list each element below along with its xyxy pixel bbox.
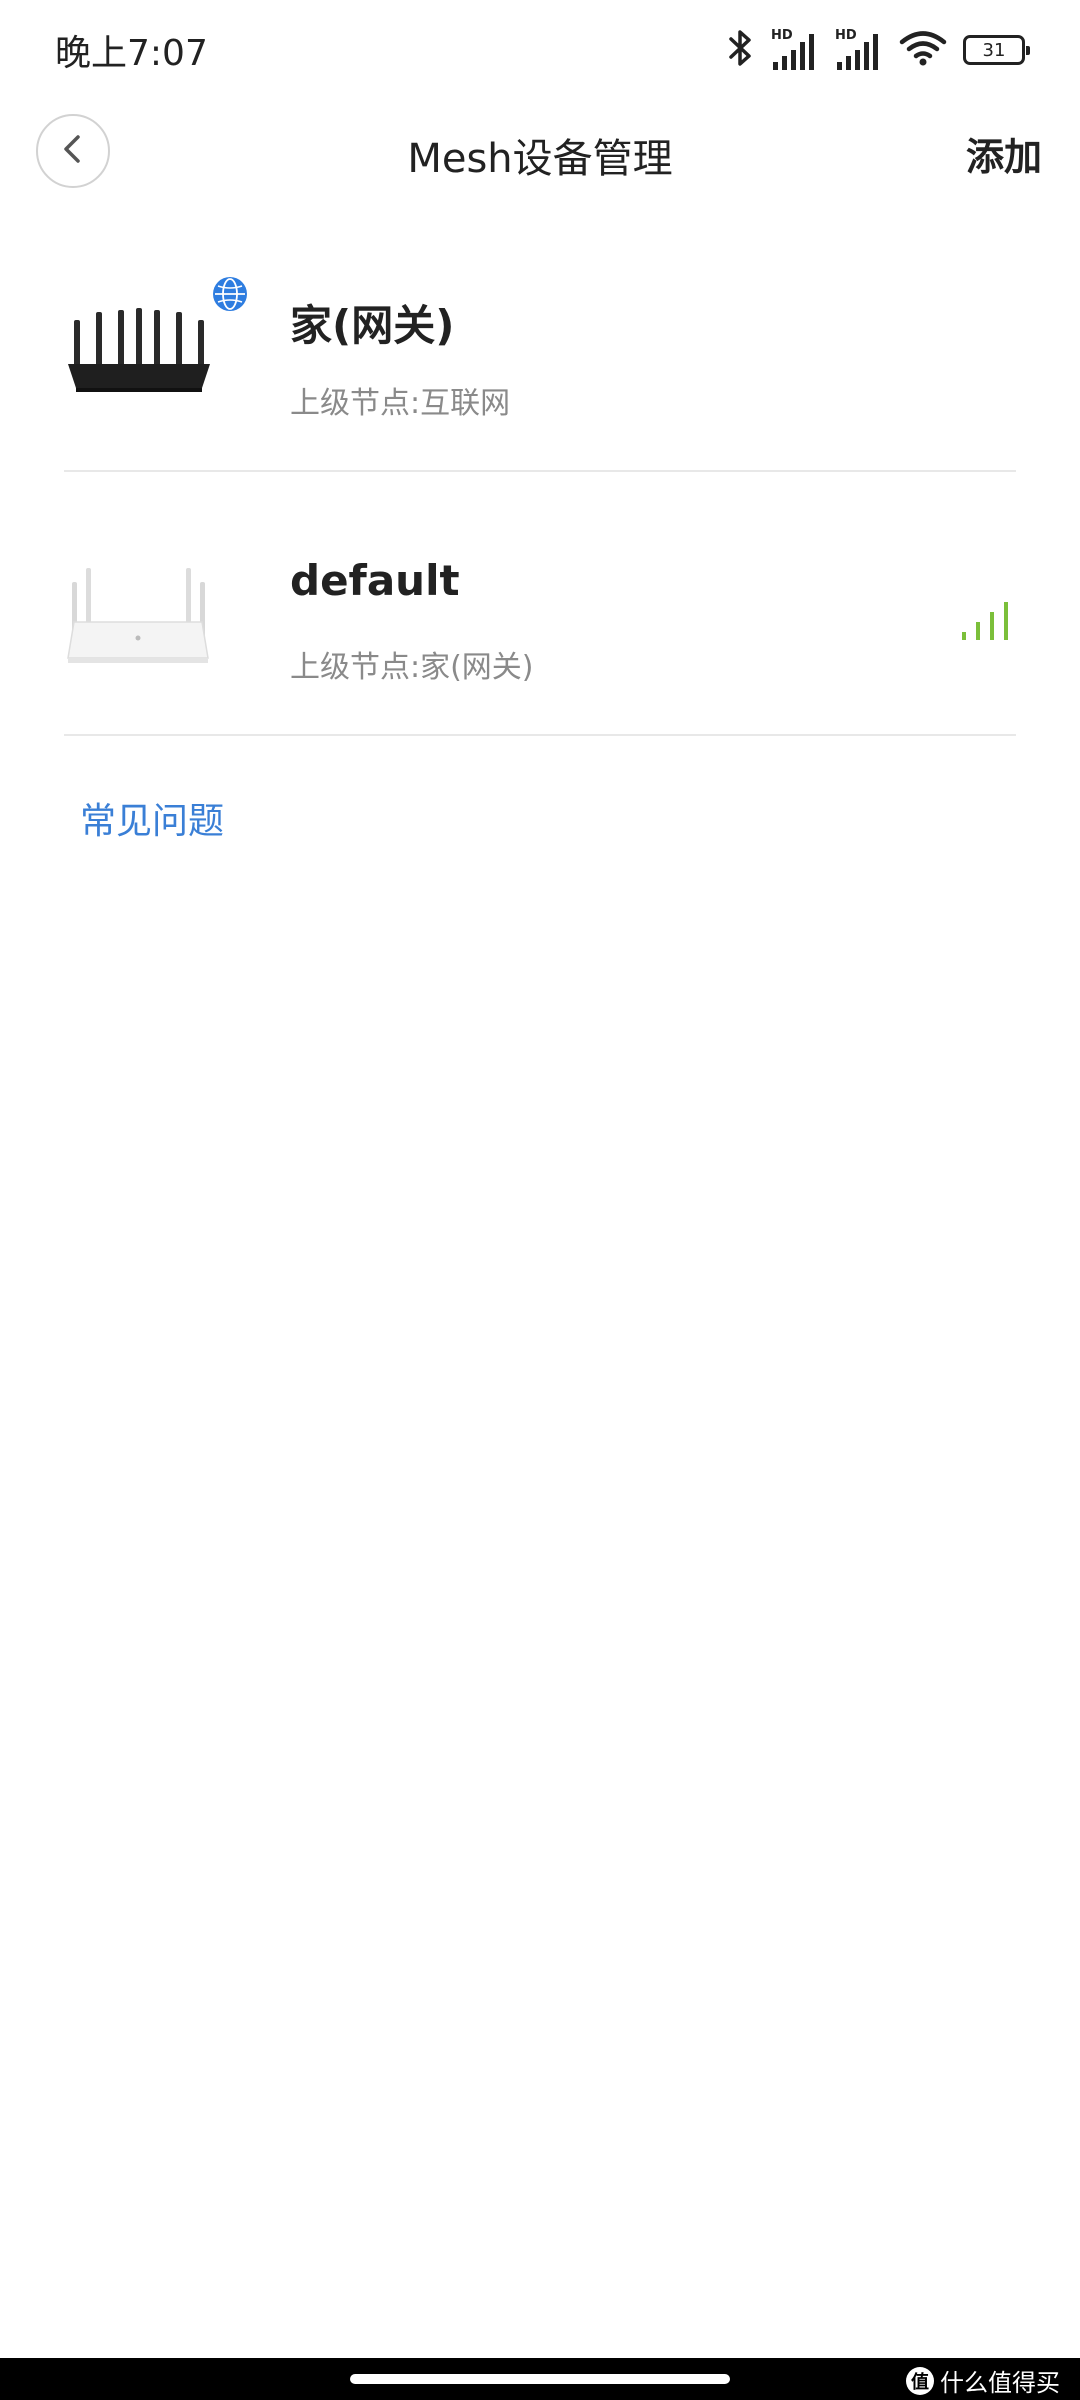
device-name: 家(网关): [290, 301, 455, 350]
watermark: 值 什么值得买: [906, 2363, 1060, 2398]
faq-link[interactable]: 常见问题: [80, 792, 224, 844]
cellular-signal-icon-2: HD: [835, 28, 883, 72]
page-title: Mesh设备管理: [407, 136, 673, 182]
globe-icon: [212, 276, 248, 312]
router-black-icon: [64, 302, 214, 412]
home-indicator[interactable]: [350, 2374, 730, 2384]
router-white-icon: [64, 566, 214, 676]
device-parent-node: 上级节点:家(网关): [290, 650, 534, 685]
status-bar: 晚上7:07 HD HD 31: [0, 0, 1080, 100]
bottom-navigation-bar: 值 什么值得买: [0, 2358, 1080, 2400]
battery-level: 31: [982, 39, 1006, 61]
bluetooth-icon: [725, 28, 755, 72]
signal-strength-icon: [960, 598, 1016, 642]
device-name: default: [290, 556, 460, 605]
watermark-text: 什么值得买: [940, 2369, 1060, 2397]
screen: 晚上7:07 HD HD 31 Mesh设备管理 添加 家(网关) 上级节点:互…: [0, 0, 1080, 2400]
device-parent-node: 上级节点:互联网: [290, 386, 511, 421]
device-item-gateway[interactable]: 家(网关) 上级节点:互联网: [64, 262, 1016, 472]
status-time: 晚上7:07: [55, 33, 208, 74]
device-item-default[interactable]: default 上级节点:家(网关): [64, 526, 1016, 736]
cellular-signal-icon: HD: [771, 28, 819, 72]
battery-icon: 31: [963, 35, 1030, 65]
header: Mesh设备管理 添加: [0, 110, 1080, 200]
add-button[interactable]: 添加: [966, 126, 1042, 181]
wifi-icon: [899, 28, 947, 72]
status-icons: HD HD 31: [725, 28, 1030, 72]
watermark-logo-icon: 值: [906, 2366, 934, 2395]
